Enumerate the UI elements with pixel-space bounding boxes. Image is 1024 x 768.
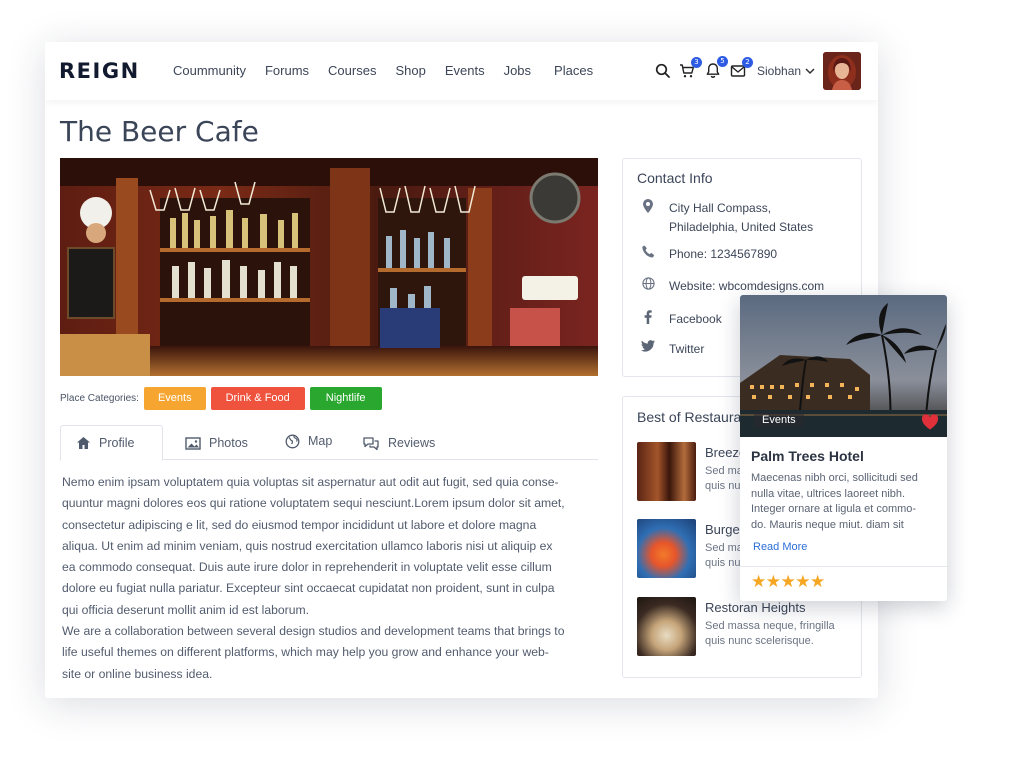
hotel-category-tag: Events [754,412,804,428]
description-line: site or online business idea. [62,666,213,681]
description-line: aliqua. Ut enim ad minim veniam, quis no… [62,538,553,553]
address-line-2: Philadelphia, United States [669,219,814,234]
nav-events[interactable]: Events [445,63,485,78]
hotel-listing-card[interactable]: Events Palm Trees Hotel Maecenas nibh or… [740,295,947,601]
description-line: We are a collaboration between several d… [62,624,565,639]
chevron-down-icon [805,68,815,75]
bell-icon[interactable]: 5 [705,56,728,80]
heart-icon[interactable] [921,414,939,430]
restaurant-name: Burger [705,522,745,537]
facebook-text: Facebook [669,312,722,326]
description-line: consectetur adipiscing e lit, sed do eiu… [62,517,537,532]
user-menu[interactable]: Siobhan [757,64,815,78]
tab-reviews[interactable]: Reviews [362,425,435,461]
cart-icon[interactable]: 3 [679,57,702,81]
nav-places[interactable]: Places [554,63,593,78]
page-title: The Beer Cafe [60,115,259,148]
search-icon[interactable] [655,63,673,81]
avatar[interactable] [823,52,861,90]
cart-count-badge: 3 [691,57,702,68]
nav-shop[interactable]: Shop [395,63,425,78]
description-line: dolore eu fugiat nulla pariatur. Excepte… [62,581,555,596]
description-line: qui officia deserunt mollit anim id est … [62,602,310,617]
website-text: Website: wbcomdesigns.com [669,279,825,293]
nav-jobs[interactable]: Jobs [504,63,531,78]
facebook-icon [641,310,655,329]
address-line-1: City Hall Compass, [669,201,772,215]
star-rating: ★★★★★ [751,572,825,591]
restaurant-name: Restoran Heights [705,600,806,615]
main-nav: Coummunity Forums Courses Shop Events Jo… [173,63,593,78]
category-chip-events[interactable]: Events [143,386,206,410]
category-chip-nightlife[interactable]: Nightlife [309,386,382,410]
nav-courses[interactable]: Courses [328,63,376,78]
place-categories: Place Categories: Events Drink & Food Ni… [60,386,382,410]
username-label: Siobhan [757,64,802,78]
description-line: life useful themes on different platform… [62,645,549,660]
read-more-link[interactable]: Read More [753,541,807,553]
contact-phone[interactable]: Phone: 1234567890 [641,245,777,264]
tab-profile[interactable]: Profile [60,425,163,461]
phone-text: Phone: 1234567890 [669,247,778,261]
nav-forums[interactable]: Forums [265,63,309,78]
hotel-excerpt-line: do. Mauris neque miut. diam sit [751,518,904,531]
tab-reviews-label: Reviews [388,436,436,450]
nav-community[interactable]: Coummunity [173,63,246,78]
tab-photos[interactable]: Photos [185,425,248,461]
contact-info-title: Contact Info [637,170,713,186]
list-item[interactable]: Restoran Heights Sed massa neque, fringi… [637,597,867,657]
home-icon [77,437,90,449]
twitter-icon [641,340,655,359]
place-cover-image [60,158,598,376]
hotel-title[interactable]: Palm Trees Hotel [751,448,864,464]
place-description: Nemo enim ipsam voluptatem quia voluptas… [62,472,600,685]
mail-icon[interactable]: 2 [730,57,753,81]
category-chip-drink-food[interactable]: Drink & Food [210,386,305,410]
place-tabs: Profile Photos Map Reviews [60,423,598,461]
hotel-excerpt-line: Maecenas nibh orci, sollicitudi sed [751,472,918,484]
globe-icon [285,434,300,448]
restaurant-excerpt: Sed massa neque, fringilla quis nunc scel… [705,620,835,647]
map-pin-icon [641,199,655,236]
contact-twitter[interactable]: Twitter [641,340,704,359]
twitter-text: Twitter [669,342,705,356]
tab-map-label: Map [308,434,333,448]
chat-icon [363,436,379,450]
restaurant-thumbnail [637,597,696,656]
site-header: REIGN Coummunity Forums Courses Shop Eve… [45,42,878,100]
description-line: Nemo enim ipsam voluptatem quia voluptas… [62,475,559,489]
categories-label: Place Categories: [60,392,139,404]
photo-icon [185,436,201,450]
site-logo[interactable]: REIGN [59,59,140,83]
hotel-image: Events [740,295,947,437]
hotel-excerpt-line: Integer ornare at ligula et commo- [751,503,917,515]
restaurant-thumbnail [637,442,696,501]
divider [740,566,947,567]
hotel-excerpt: Maecenas nibh orci, sollicitudi sed null… [751,471,941,533]
description-line: quuntur magni dolores eos qui ratione vo… [62,496,565,511]
globe-icon [641,277,655,296]
contact-address: City Hall Compass, Philadelphia, United S… [641,199,813,236]
hotel-excerpt-line: nulla vitae, ultrices laoreet nibh. [751,487,906,500]
restaurant-thumbnail [637,519,696,578]
tab-photos-label: Photos [209,436,248,450]
phone-icon [641,245,655,264]
description-line: ea commodo consequat. Duis aute irure do… [62,560,552,575]
notification-count-badge: 5 [717,56,728,67]
tab-profile-label: Profile [99,436,135,450]
tab-map[interactable]: Map [285,423,332,459]
contact-facebook[interactable]: Facebook [641,310,722,329]
contact-website[interactable]: Website: wbcomdesigns.com [641,277,824,296]
message-count-badge: 2 [742,57,753,68]
